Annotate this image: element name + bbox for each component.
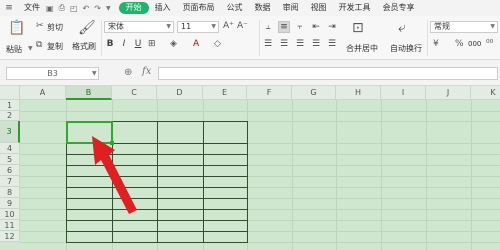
currency-icon[interactable]: ¥ — [433, 39, 439, 49]
wrap-text-icon[interactable]: ⤶ — [398, 20, 406, 36]
number-format-select[interactable]: 常规 ▼ — [430, 21, 498, 33]
tab-page-layout[interactable]: 页面布局 — [177, 0, 221, 16]
chevron-down-icon: ▼ — [211, 23, 216, 30]
italic-button[interactable]: I — [118, 38, 130, 50]
spreadsheet-grid[interactable]: ABCDEFGHIJK 1 2 3 4 5 6 7 8 9 10 11 12 — [0, 86, 500, 250]
underline-button[interactable]: U — [132, 38, 144, 50]
align-right-icon[interactable]: ☰ — [294, 38, 306, 50]
indent-decrease-icon[interactable]: ⇤ — [310, 21, 322, 33]
tab-insert[interactable]: 插入 — [149, 0, 177, 16]
clear-format-icon[interactable]: ◇ — [214, 39, 221, 49]
thousands-button[interactable]: 000 — [468, 40, 481, 48]
fx-icon[interactable]: fx — [142, 66, 151, 77]
align-top-icon[interactable]: ⫠ — [262, 21, 274, 33]
quick-access-toolbar: ▣ ⎙ ◰ ↶ ↷ ▼ — [46, 3, 111, 13]
chevron-down-icon: ▼ — [166, 23, 171, 30]
format-painter-button[interactable]: 格式刷 — [72, 41, 96, 52]
tab-member[interactable]: 会员专享 — [377, 0, 421, 16]
paste-icon[interactable]: 📋 — [8, 20, 25, 36]
wrap-text-button[interactable]: 自动换行 — [390, 43, 422, 54]
chevron-down-icon: ▼ — [490, 23, 495, 30]
align-left-icon[interactable]: ☰ — [262, 38, 274, 50]
divider — [101, 20, 102, 56]
divider — [259, 20, 260, 56]
divider — [427, 20, 428, 56]
align-center-icon[interactable]: ☰ — [278, 38, 290, 50]
justify-icon[interactable]: ☰ — [310, 38, 322, 50]
zoom-icon[interactable]: ⊕ — [124, 67, 132, 78]
indent-increase-icon[interactable]: ⇥ — [326, 21, 338, 33]
chevron-down-icon[interactable]: ▼ — [106, 5, 111, 12]
copy-icon[interactable]: ⧉ — [36, 40, 42, 50]
formula-bar: B3 ▼ ⊕ fx — [0, 60, 500, 86]
tab-data[interactable]: 数据 — [249, 0, 277, 16]
increase-font-icon[interactable]: A⁺ — [223, 21, 234, 31]
copy-button[interactable]: 复制 — [47, 41, 63, 52]
annotation-layer — [92, 136, 137, 214]
tab-home[interactable]: 开始 — [118, 2, 149, 14]
print-preview-icon[interactable]: ◰ — [70, 4, 78, 13]
align-bottom-icon[interactable]: ⫟ — [294, 21, 306, 33]
save-icon[interactable]: ▣ — [46, 4, 54, 13]
chevron-down-icon[interactable]: ▼ — [28, 45, 33, 52]
font-size-select[interactable]: 11 ▼ — [177, 21, 219, 33]
chevron-down-icon[interactable]: ▼ — [92, 70, 97, 77]
ribbon: 📋 粘贴 ▼ ✂ 剪切 ⧉ 复制 🖌 格式刷 宋体 ▼ 11 ▼ A⁺ A⁻ B I… — [0, 16, 500, 60]
tab-review[interactable]: 审阅 — [277, 0, 305, 16]
red-arrow-annotation — [92, 136, 137, 214]
border-icon[interactable]: ⊞ — [148, 39, 156, 49]
fill-color-icon[interactable]: ◈ — [170, 39, 177, 49]
menu-bar: ≡ 文件 ▣ ⎙ ◰ ↶ ↷ ▼ 开始 插入 页面布局 公式 数据 审阅 视图 … — [0, 0, 500, 16]
undo-icon[interactable]: ↶ — [83, 4, 90, 13]
print-icon[interactable]: ⎙ — [59, 3, 65, 13]
name-box[interactable]: B3 — [6, 67, 99, 80]
align-middle-icon[interactable]: ≡ — [278, 21, 290, 33]
decrease-font-icon[interactable]: A⁻ — [237, 21, 248, 31]
font-name-select[interactable]: 宋体 ▼ — [104, 21, 174, 33]
distribute-icon[interactable]: ☰ — [326, 38, 338, 50]
percent-button[interactable]: % — [455, 39, 464, 49]
formula-input[interactable] — [158, 67, 498, 80]
tab-formulas[interactable]: 公式 — [221, 0, 249, 16]
bold-button[interactable]: B — [104, 38, 116, 50]
menu-icon[interactable]: ≡ — [0, 0, 18, 16]
format-painter-icon[interactable]: 🖌 — [78, 20, 96, 36]
merge-center-icon[interactable]: ⊡ — [352, 20, 364, 36]
redo-icon[interactable]: ↷ — [94, 4, 101, 13]
tab-view[interactable]: 视图 — [305, 0, 333, 16]
merge-center-button[interactable]: 合并居中 — [346, 43, 378, 54]
paste-button-label[interactable]: 粘贴 — [6, 44, 22, 55]
font-color-icon[interactable]: A — [193, 39, 199, 49]
tab-developer[interactable]: 开发工具 — [333, 0, 377, 16]
decimal-icon[interactable]: ⁰⁰ — [486, 39, 493, 49]
cut-button[interactable]: 剪切 — [47, 22, 63, 33]
file-menu[interactable]: 文件 — [18, 0, 46, 16]
cut-icon[interactable]: ✂ — [36, 21, 44, 31]
